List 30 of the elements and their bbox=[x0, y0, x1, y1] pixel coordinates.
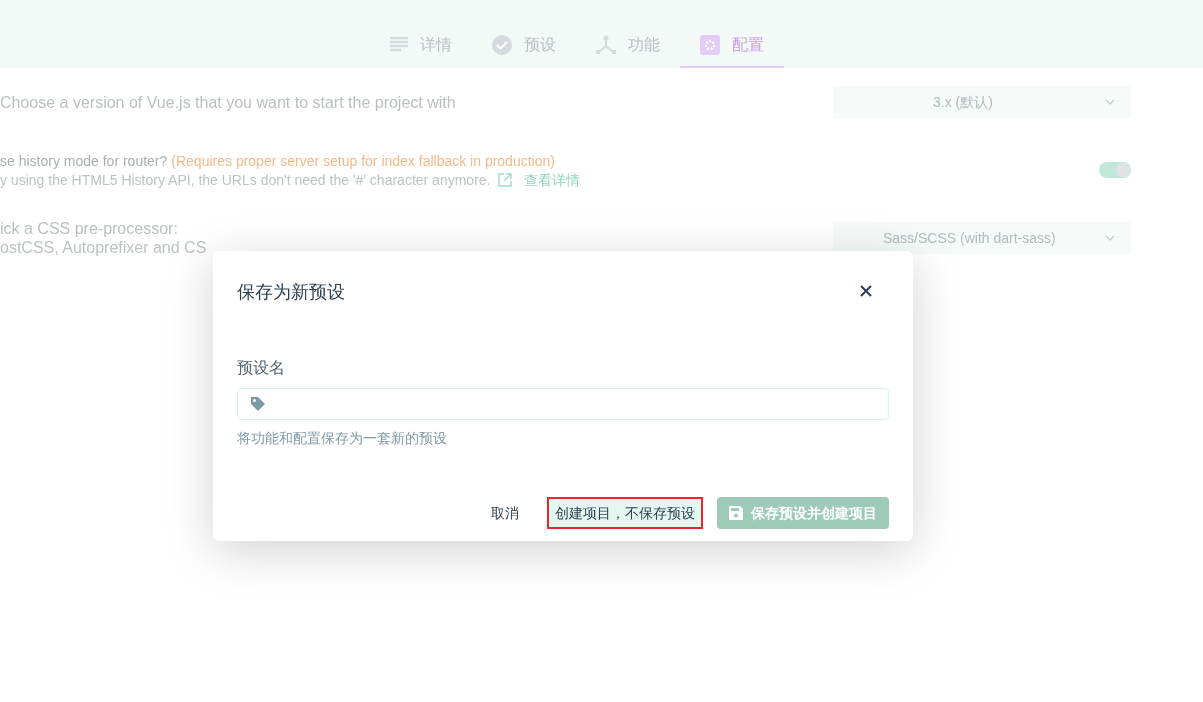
fork-icon bbox=[595, 35, 616, 55]
check-circle-icon bbox=[491, 35, 512, 55]
setting-title: se history mode for router? bbox=[0, 152, 168, 169]
field-label: 预设名 bbox=[237, 358, 285, 378]
save-icon bbox=[729, 506, 743, 520]
chevron-icon bbox=[1105, 235, 1115, 241]
tab[interactable]: 详情 bbox=[369, 24, 472, 68]
dialog-title: 保存为新预设 bbox=[237, 281, 345, 304]
details-link[interactable]: 查看详情 bbox=[524, 170, 581, 190]
select-dropdown[interactable]: Sass/SCSS (with dart-sass) bbox=[833, 222, 1131, 254]
create-button[interactable]: 创建项目，不保存预设 bbox=[547, 497, 703, 529]
warning-text: (Requires proper server setup for index fallback in production) bbox=[171, 152, 555, 169]
setting-description: ostCSS, Autoprefixer and CS bbox=[0, 238, 207, 257]
setting-title: ick a CSS pre-processor: bbox=[0, 220, 178, 237]
gear-icon bbox=[699, 35, 720, 55]
input-field[interactable] bbox=[237, 388, 889, 420]
chevron-icon bbox=[1105, 99, 1115, 105]
cancel-button[interactable]: 取消 bbox=[479, 497, 531, 529]
list-icon bbox=[389, 37, 408, 53]
setting-title: Choose a version of Vue.js that you want to start the project with bbox=[0, 93, 456, 111]
tab[interactable]: 配置 bbox=[679, 24, 784, 68]
tab[interactable]: 预设 bbox=[471, 24, 576, 68]
tag-icon bbox=[250, 396, 266, 412]
hint-text: 将功能和配置保存为一套新的预设 bbox=[237, 429, 447, 448]
toggle-switch[interactable] bbox=[1099, 162, 1131, 178]
external-link-icon bbox=[498, 173, 513, 187]
setting-description: y using the HTML5 History API, the URLs don't need the '#' character anymore. bbox=[0, 170, 491, 190]
tab[interactable]: 功能 bbox=[575, 24, 680, 68]
select-dropdown[interactable]: 3.x (默认) bbox=[833, 86, 1131, 118]
close-icon[interactable] bbox=[859, 283, 873, 298]
